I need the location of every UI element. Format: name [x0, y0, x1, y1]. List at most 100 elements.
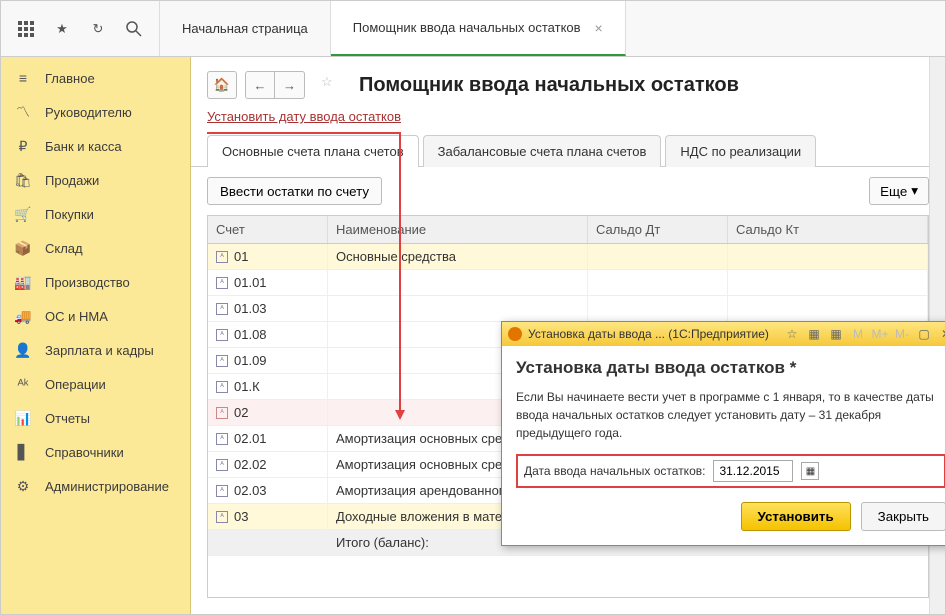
- top-bar-left: ★ ↻: [1, 1, 160, 56]
- sidebar-item-manager[interactable]: 〽 Руководителю: [1, 95, 190, 129]
- sidebar-item-production[interactable]: 🏭 Производство: [1, 265, 190, 299]
- close-icon[interactable]: ✕: [938, 326, 945, 342]
- book-icon: ▋: [15, 444, 31, 460]
- cell-account: 02: [234, 405, 248, 420]
- dialog-heading: Установка даты ввода остатков *: [516, 358, 945, 378]
- sidebar-item-label: Справочники: [45, 445, 124, 460]
- date-field-label: Дата ввода начальных остатков:: [524, 464, 705, 478]
- enter-balance-button[interactable]: Ввести остатки по счету: [207, 177, 382, 205]
- cell-account: 01.09: [234, 353, 267, 368]
- cell-credit: [728, 244, 928, 269]
- cell-debit: [588, 244, 728, 269]
- close-button[interactable]: Закрыть: [861, 502, 945, 531]
- history-icon[interactable]: ↻: [89, 20, 107, 38]
- set-date-dialog: Установка даты ввода ... (1С:Предприятие…: [501, 321, 945, 546]
- tab-offbalance[interactable]: Забалансовые счета плана счетов: [423, 135, 662, 167]
- cart-icon: 🛒: [15, 206, 31, 222]
- tab-label: Помощник ввода начальных остатков: [353, 20, 581, 35]
- set-date-link[interactable]: Установить дату ввода остатков: [207, 109, 401, 134]
- sidebar-item-admin[interactable]: ⚙Администрирование: [1, 469, 190, 503]
- tab-nds[interactable]: НДС по реализации: [665, 135, 816, 167]
- content-tabs: Основные счета плана счетов Забалансовые…: [191, 134, 945, 167]
- cell-credit: [728, 296, 928, 321]
- sidebar-item-label: Покупки: [45, 207, 94, 222]
- row-icon: ᴬ: [216, 381, 228, 393]
- cell-account: 02.01: [234, 431, 267, 446]
- title-calc-icon[interactable]: ▦: [806, 326, 822, 342]
- row-icon: ᴬ: [216, 459, 228, 471]
- tab-assistant[interactable]: Помощник ввода начальных остатков ×: [331, 1, 626, 56]
- sidebar: ≡Главное 〽 Руководителю ₽Банк и касса 🛍Пр…: [1, 57, 191, 614]
- title-star-icon[interactable]: ☆: [784, 326, 800, 342]
- title-m-icon[interactable]: M: [850, 326, 866, 342]
- dialog-body: Установка даты ввода остатков * Если Вы …: [502, 346, 945, 545]
- minimize-icon[interactable]: ▢: [916, 326, 932, 342]
- row-icon: ᴬ: [216, 433, 228, 445]
- col-name: Наименование: [328, 216, 588, 243]
- title-mminus-icon[interactable]: M-: [894, 326, 910, 342]
- factory-icon: 🏭: [15, 274, 31, 290]
- favorite-icon[interactable]: ☆: [321, 74, 343, 96]
- main-area: 🏠 ← → ☆ Помощник ввода начальных остатко…: [191, 57, 945, 614]
- sidebar-item-stock[interactable]: 📦Склад: [1, 231, 190, 265]
- cell-account: 01: [234, 249, 248, 264]
- sidebar-item-label: Производство: [45, 275, 130, 290]
- sidebar-item-catalog[interactable]: ▋ Справочники: [1, 435, 190, 469]
- set-date-link-row: Установить дату ввода остатков: [191, 105, 945, 134]
- sidebar-item-operations[interactable]: ᴬᵏ Операции: [1, 367, 190, 401]
- cell-account: 02.03: [234, 483, 267, 498]
- person-icon: 👤: [15, 342, 31, 358]
- col-credit: Сальдо Кт: [728, 216, 928, 243]
- date-input[interactable]: [713, 460, 793, 482]
- sidebar-item-bank[interactable]: ₽Банк и касса: [1, 129, 190, 163]
- title-mplus-icon[interactable]: M+: [872, 326, 888, 342]
- table-row[interactable]: ᴬ 01.01: [208, 270, 928, 296]
- table-header: Счет Наименование Сальдо Дт Сальдо Кт: [208, 216, 928, 244]
- forward-button[interactable]: →: [275, 71, 305, 99]
- cell-account: 02.02: [234, 457, 267, 472]
- home-button[interactable]: 🏠: [207, 71, 237, 99]
- dialog-window-title: Установка даты ввода ... (1С:Предприятие…: [528, 327, 769, 341]
- calendar-icon[interactable]: ▦: [801, 462, 819, 480]
- row-icon: ᴬ: [216, 329, 228, 341]
- row-icon: ᴬ: [216, 277, 228, 289]
- sidebar-item-sales[interactable]: 🛍Продажи: [1, 163, 190, 197]
- row-icon: ᴬ: [216, 303, 228, 315]
- col-account: Счет: [208, 216, 328, 243]
- sidebar-item-purchases[interactable]: 🛒 Покупки: [1, 197, 190, 231]
- sidebar-item-salary[interactable]: 👤 Зарплата и кадры: [1, 333, 190, 367]
- gear-icon: ⚙: [15, 478, 31, 494]
- chart-icon: 〽: [15, 104, 31, 120]
- dialog-buttons: Установить Закрыть: [516, 502, 945, 531]
- page-header: 🏠 ← → ☆ Помощник ввода начальных остатко…: [191, 57, 945, 105]
- sidebar-item-label: Операции: [45, 377, 106, 392]
- table-row[interactable]: ᴬ01.03: [208, 296, 928, 322]
- table-row[interactable]: ᴬ01Основные средства: [208, 244, 928, 270]
- star-icon[interactable]: ★: [53, 20, 71, 38]
- top-bar: ★ ↻ Начальная страница Помощник ввода на…: [1, 1, 945, 57]
- sidebar-item-main[interactable]: ≡Главное: [1, 61, 190, 95]
- title-calendar-icon[interactable]: ▦: [828, 326, 844, 342]
- ops-icon: ᴬᵏ: [15, 376, 31, 392]
- date-field-row: Дата ввода начальных остатков: ▦: [516, 454, 945, 488]
- back-button[interactable]: ←: [245, 71, 275, 99]
- set-button[interactable]: Установить: [741, 502, 851, 531]
- cell-account: 01.01: [234, 275, 267, 290]
- col-debit: Сальдо Дт: [588, 216, 728, 243]
- tab-main-accounts[interactable]: Основные счета плана счетов: [207, 135, 419, 167]
- apps-icon[interactable]: [17, 20, 35, 38]
- more-button[interactable]: Еще▾: [869, 177, 929, 205]
- sidebar-item-label: Руководителю: [45, 105, 132, 120]
- search-icon[interactable]: [125, 20, 143, 38]
- row-icon: ᴬ: [216, 511, 228, 523]
- sidebar-item-reports[interactable]: 📊 Отчеты: [1, 401, 190, 435]
- close-icon[interactable]: ×: [595, 20, 603, 36]
- sidebar-item-assets[interactable]: 🚚ОС и НМА: [1, 299, 190, 333]
- dialog-text: Если Вы начинаете вести учет в программе…: [516, 388, 945, 442]
- report-icon: 📊: [15, 410, 31, 426]
- tab-home[interactable]: Начальная страница: [160, 1, 331, 56]
- dialog-titlebar[interactable]: Установка даты ввода ... (1С:Предприятие…: [502, 322, 945, 346]
- sidebar-item-label: Отчеты: [45, 411, 90, 426]
- sidebar-item-label: Зарплата и кадры: [45, 343, 154, 358]
- more-label: Еще: [880, 184, 907, 199]
